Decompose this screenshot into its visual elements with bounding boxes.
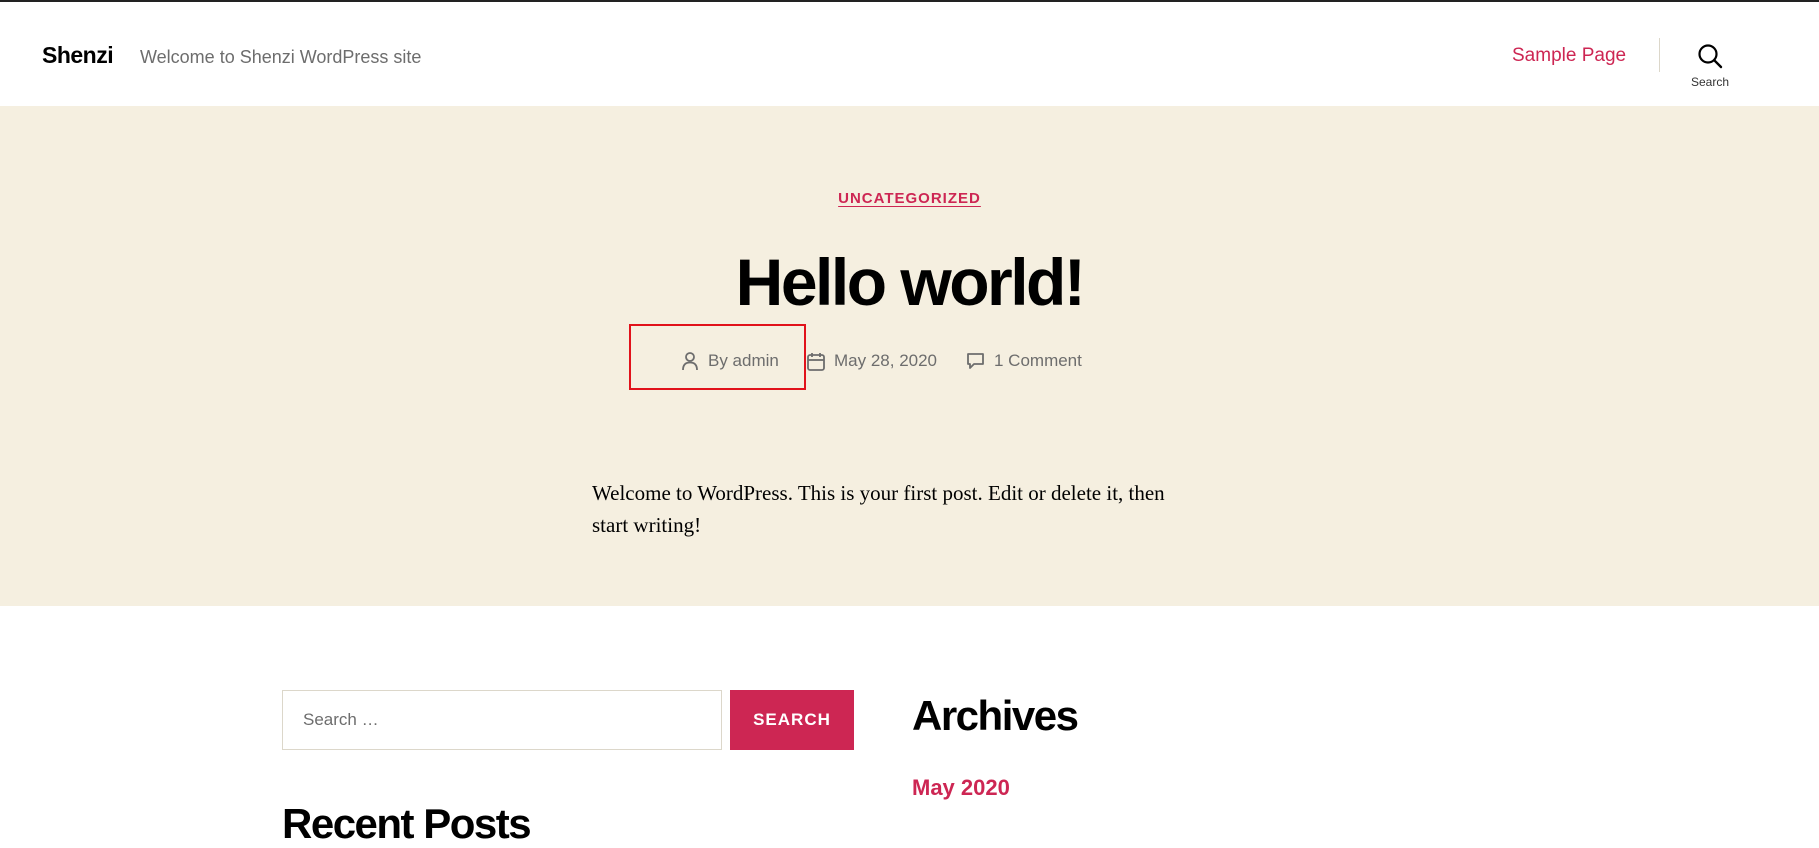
post-author: By admin: [681, 351, 779, 371]
nav-item-sample-page[interactable]: Sample Page: [1512, 45, 1626, 67]
calendar-icon: [807, 352, 825, 371]
post-header: UNCATEGORIZED Hello world! By admin May …: [0, 106, 1819, 606]
search-input[interactable]: [282, 690, 722, 750]
comments-link[interactable]: 1 Comment: [994, 351, 1082, 371]
site-description: Welcome to Shenzi WordPress site: [140, 47, 422, 67]
search-toggle-label: Search: [1690, 75, 1730, 89]
post-category: UNCATEGORIZED: [0, 190, 1819, 208]
category-link[interactable]: UNCATEGORIZED: [838, 190, 981, 207]
nav-divider: [1659, 38, 1660, 72]
search-icon: [1698, 44, 1723, 69]
search-submit-button[interactable]: SEARCH: [730, 690, 854, 750]
post-date: May 28, 2020: [807, 351, 937, 371]
date-link[interactable]: May 28, 2020: [834, 351, 937, 371]
post-title: Hello world!: [735, 245, 1086, 319]
author-link[interactable]: By admin: [708, 351, 779, 371]
site-header: Shenzi Welcome to Shenzi WordPress site …: [0, 2, 1819, 106]
comment-icon: [967, 353, 984, 369]
post-comments: 1 Comment: [966, 351, 1082, 371]
search-toggle-button[interactable]: Search: [1686, 38, 1734, 94]
recent-posts-title: Recent Posts: [282, 800, 532, 847]
site-title[interactable]: Shenzi: [42, 42, 114, 69]
archives-title: Archives: [912, 692, 1079, 739]
archive-item-may-2020[interactable]: May 2020: [912, 775, 1010, 801]
user-icon: [682, 352, 698, 371]
post-excerpt: Welcome to WordPress. This is your first…: [592, 481, 1165, 537]
